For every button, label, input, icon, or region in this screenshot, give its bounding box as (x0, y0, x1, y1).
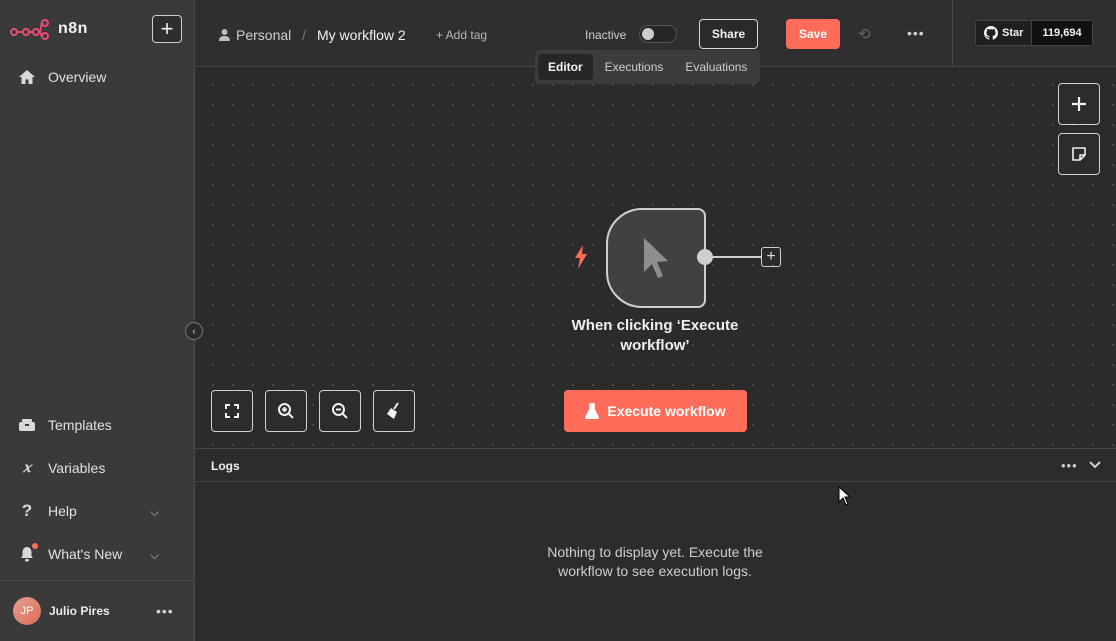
github-area: Star 119,694 (952, 0, 1116, 67)
logs-panel: Logs ••• Nothing to display yet. Execute… (195, 448, 1116, 641)
logs-empty-message: Nothing to display yet. Execute the work… (547, 544, 763, 579)
execute-workflow-button[interactable]: Execute workflow (564, 390, 747, 432)
tab-evaluations[interactable]: Evaluations (675, 54, 757, 80)
workflow-canvas[interactable]: + When clicking ‘Execute workflow’ Execu… (195, 67, 1116, 448)
add-new-button[interactable]: + (152, 15, 182, 43)
toggle-knob (642, 28, 654, 40)
user-menu[interactable]: JP Julio Pires ••• (0, 580, 195, 641)
node-output-handle[interactable] (697, 249, 713, 265)
flask-icon (585, 403, 600, 419)
zoom-out-icon (332, 403, 348, 419)
chevron-down-icon[interactable]: ⌵ (150, 548, 159, 563)
add-sticky-note-button[interactable] (1058, 133, 1100, 175)
add-next-node-button[interactable]: + (761, 247, 781, 267)
chevron-down-icon[interactable] (1088, 457, 1102, 473)
add-tag-button[interactable]: + Add tag (436, 28, 487, 42)
sidebar-item-help[interactable]: ? Help (18, 501, 77, 520)
history-icon[interactable]: ⟲ (858, 25, 871, 43)
lightning-icon (573, 245, 589, 274)
sidebar-item-variables[interactable]: 𝑥 Variables (18, 459, 105, 477)
app-name: n8n (58, 20, 88, 37)
sidebar-item-templates[interactable]: Templates (18, 416, 112, 434)
fit-view-icon (225, 404, 239, 418)
sidebar-item-label: Help (48, 503, 77, 519)
tidy-up-button[interactable] (373, 390, 415, 432)
bell-icon (18, 543, 38, 563)
sidebar-item-label: Templates (48, 417, 112, 433)
breadcrumb-separator: / (302, 27, 306, 43)
logs-title: Logs (211, 459, 240, 473)
n8n-logo-icon (10, 19, 49, 40)
home-icon (18, 68, 36, 86)
save-button[interactable]: Save (786, 19, 840, 49)
more-options-icon[interactable]: ••• (156, 603, 174, 619)
sidebar-item-overview[interactable]: Overview (18, 68, 106, 86)
node-connector-line (712, 256, 762, 258)
notification-dot (32, 543, 38, 549)
more-options-icon[interactable]: ••• (907, 25, 925, 41)
github-star: Star (975, 20, 1033, 46)
avatar: JP (13, 597, 41, 625)
github-icon (984, 26, 998, 40)
sidebar-item-label: What's New (48, 546, 123, 562)
variables-icon: 𝑥 (23, 460, 31, 476)
trigger-node[interactable] (606, 208, 706, 308)
sidebar-item-label: Variables (48, 460, 106, 476)
add-node-button[interactable] (1058, 83, 1100, 125)
share-button[interactable]: Share (699, 19, 758, 49)
project-name: Personal (236, 27, 292, 43)
templates-icon (18, 416, 36, 434)
tab-executions[interactable]: Executions (595, 54, 674, 80)
github-star-button[interactable]: Star 119,694 (975, 20, 1093, 46)
chevron-down-icon[interactable]: ⌵ (150, 505, 159, 520)
logs-header[interactable]: Logs ••• (195, 449, 1116, 482)
active-toggle[interactable] (639, 25, 677, 43)
user-icon (219, 29, 230, 41)
workflow-name[interactable]: My workflow 2 (317, 27, 406, 43)
zoom-in-button[interactable] (265, 390, 307, 432)
user-name: Julio Pires (49, 604, 110, 618)
cursor-icon (644, 238, 668, 278)
node-label: When clicking ‘Execute workflow’ (571, 317, 739, 354)
fit-view-button[interactable] (211, 390, 253, 432)
star-count: 119,694 (1032, 20, 1093, 46)
plus-icon: + (160, 16, 174, 41)
more-options-icon[interactable]: ••• (1061, 458, 1078, 473)
breadcrumb-project[interactable]: Personal (219, 27, 291, 43)
execute-workflow-label: Execute workflow (607, 403, 726, 419)
view-tabs: Editor Executions Evaluations (535, 50, 761, 84)
star-label: Star (1002, 27, 1024, 39)
zoom-out-button[interactable] (319, 390, 361, 432)
plus-icon: + (766, 248, 776, 265)
n8n-logo[interactable]: n8n (10, 18, 88, 40)
sidebar-item-label: Overview (48, 69, 107, 85)
mouse-cursor-icon (838, 485, 852, 511)
tab-editor[interactable]: Editor (538, 54, 593, 80)
chevron-left-icon: ‹ (192, 325, 196, 337)
broom-icon (387, 402, 399, 419)
sidebar: n8n + Overview Templates 𝑥 Variables ? H… (0, 0, 195, 641)
question-icon: ? (21, 501, 33, 520)
sidebar-item-whats-new[interactable]: What's New (18, 543, 123, 563)
zoom-in-icon (278, 403, 294, 419)
status-label: Inactive (585, 28, 627, 42)
collapse-sidebar-button[interactable]: ‹ (185, 322, 203, 340)
plus-icon (1072, 97, 1086, 111)
sticky-note-icon (1072, 147, 1086, 161)
